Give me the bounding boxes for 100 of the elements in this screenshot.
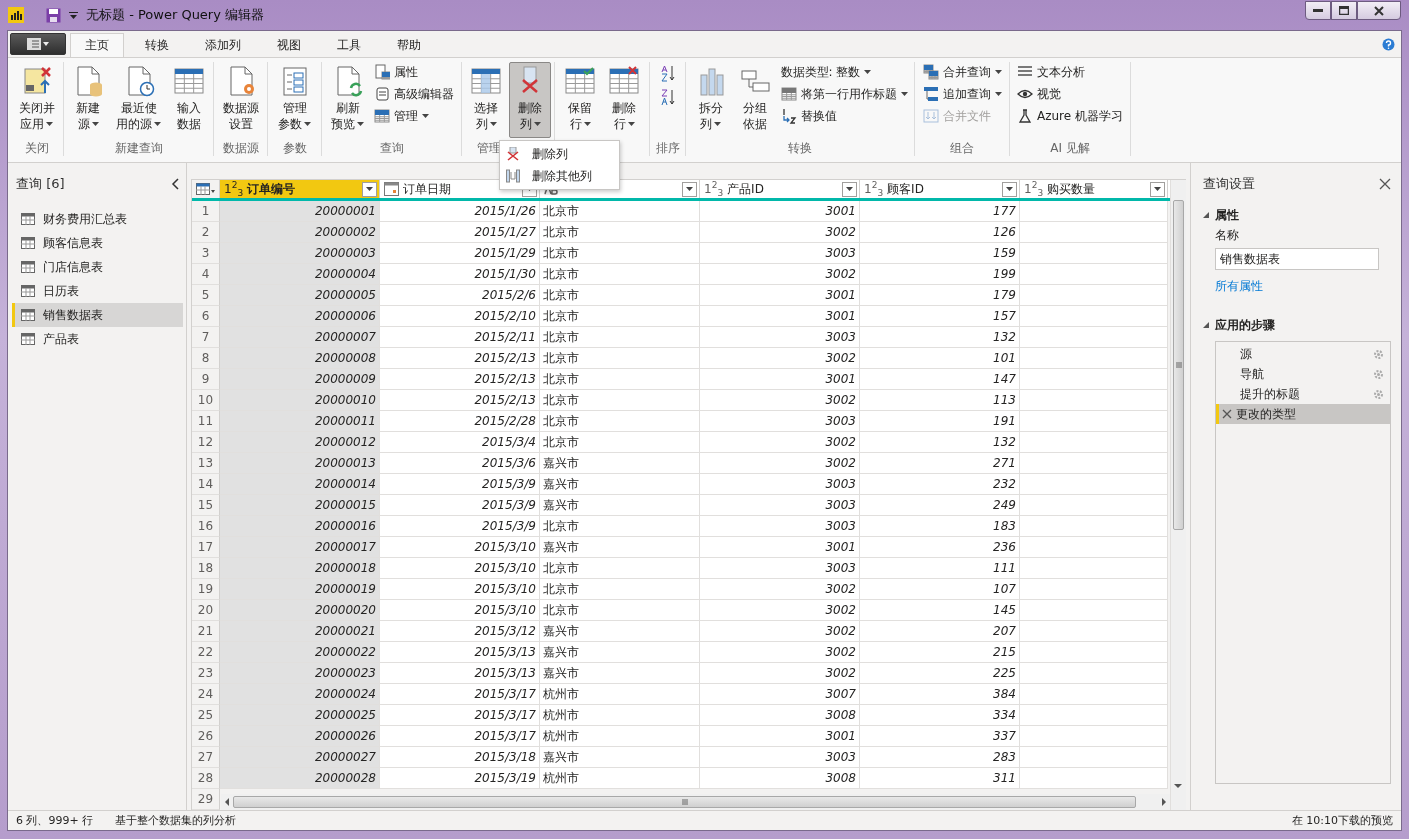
ribbon-button[interactable]: 新建 源 [67,62,109,138]
ribbon-button[interactable]: 输入 数据 [168,62,210,138]
name-field[interactable]: 销售数据表 [1215,248,1379,270]
ribbon-button[interactable]: 管理 [371,106,457,126]
file-menu-button[interactable] [10,33,66,55]
table-cell: 北京市 [540,348,700,369]
ribbon-button[interactable]: 视觉 [1014,84,1126,104]
table-cell: 北京市 [540,306,700,327]
ribbon-button[interactable]: 分组 依据 [733,62,776,138]
table-cell: 2015/2/6 [380,285,540,306]
query-item[interactable]: 销售数据表 [12,303,183,327]
table-cell: 2015/2/11 [380,327,540,348]
menu-item[interactable]: 删除列 [500,143,619,165]
ribbon-tab[interactable]: 转换 [130,33,184,57]
applied-step[interactable]: 导航 [1216,364,1390,384]
ribbon-tab[interactable]: 主页 [70,33,124,57]
query-item[interactable]: 门店信息表 [12,255,183,279]
table-cell: 3002 [700,663,860,684]
ribbon-tab[interactable]: 添加列 [190,33,256,57]
filter-button[interactable] [842,181,857,197]
table-cell: 2015/3/17 [380,726,540,747]
ribbon-button[interactable]: 数据源 设置 [217,62,264,138]
ribbon-button[interactable]: Azure 机器学习 [1014,106,1126,126]
ribbon-button[interactable]: 替换值 [777,106,911,126]
query-item[interactable]: 产品表 [12,327,183,351]
table-cell: 20000021 [220,621,380,642]
vertical-scrollbar[interactable] [1170,180,1186,810]
table-cell: 3002 [700,453,860,474]
table-cell: 北京市 [540,201,700,222]
table-cell: 20000017 [220,537,380,558]
group-label: 参数 [282,140,307,156]
save-icon[interactable] [46,7,61,23]
applied-step[interactable]: 提升的标题 [1216,384,1390,404]
row-number: 28 [192,768,220,789]
table-cell: 145 [860,600,1020,621]
table-icon [21,333,35,345]
ribbon-button[interactable]: 文本分析 [1014,62,1126,82]
ribbon-button[interactable]: 数据类型: 整数 [777,62,911,82]
close-icon[interactable] [1379,178,1391,190]
ribbon-button[interactable]: 属性 [371,62,457,82]
collapse-triangle-icon[interactable] [1203,212,1209,218]
table-cell: 20000027 [220,747,380,768]
help-icon[interactable] [1382,38,1395,51]
filter-button[interactable] [1002,181,1017,197]
ribbon-button[interactable]: 管理 参数 [273,62,316,138]
table-cell: 183 [860,516,1020,537]
ribbon-button[interactable]: 最近使 用的源 [111,62,166,138]
applied-step[interactable]: 更改的类型 [1216,404,1390,424]
close-button[interactable] [1357,1,1401,20]
query-item[interactable]: 日历表 [12,279,183,303]
status-text[interactable]: 基于整个数据集的列分析 [115,813,237,828]
table-cell: 20000028 [220,768,380,789]
row-number: 22 [192,642,220,663]
all-properties-link[interactable]: 所有属性 [1215,278,1263,295]
column-header[interactable]: 1$^{2}$$_{3}$ 订单编号 [220,180,380,198]
table-menu-button[interactable] [192,180,220,198]
scroll-left-icon[interactable] [225,798,229,806]
ribbon-button[interactable]: 高级编辑器 [371,84,457,104]
ribbon-button[interactable]: 保留 行 [559,62,601,138]
query-item[interactable]: 财务费用汇总表 [12,207,183,231]
table-cell: 20000002 [220,222,380,243]
maximize-button[interactable] [1331,1,1357,20]
minimize-button[interactable] [1305,1,1331,20]
ribbon-button[interactable]: 追加查询 [919,84,1005,104]
query-item[interactable]: 顾客信息表 [12,231,183,255]
table-cell: 20000020 [220,600,380,621]
queries-heading: 查询 [6] [16,175,65,193]
ribbon-tab[interactable]: 帮助 [382,33,436,57]
ribbon-tab[interactable]: 视图 [262,33,316,57]
table-icon [173,65,205,97]
applied-step[interactable]: 源 [1216,344,1390,364]
filter-button[interactable] [682,181,697,197]
group-label: 转换 [788,140,812,156]
scroll-down-icon[interactable] [1174,784,1182,788]
ribbon-button[interactable]: 删除 行 [603,62,645,138]
filter-button[interactable] [1150,181,1165,197]
grip-icon [1175,362,1182,368]
group-label: 排序 [655,140,680,156]
customize-dropdown-icon[interactable] [69,11,78,19]
table-cell: 20000015 [220,495,380,516]
ribbon-button[interactable]: 选择 列 [465,62,507,138]
ribbon-tab[interactable]: 工具 [322,33,376,57]
ribbon-button[interactable]: 拆分 列 [689,62,732,138]
ribbon-button[interactable]: 删除 列 [509,62,551,138]
ribbon-button[interactable]: 合并查询 [919,62,1005,82]
scroll-right-icon[interactable] [1162,798,1166,806]
table-cell: 20000023 [220,663,380,684]
collapse-icon[interactable] [171,178,179,190]
ribbon-button[interactable]: 刷新 预览 [326,62,369,138]
collapse-triangle-icon[interactable] [1203,322,1209,328]
flask-icon [1017,108,1033,124]
ribbon-button[interactable]: 将第一行用作标题 [777,84,911,104]
table-cell: 2015/3/9 [380,495,540,516]
ribbon-button[interactable]: 关闭并 应用 [13,62,60,138]
table-cell: 2015/3/13 [380,642,540,663]
table-cell: 嘉兴市 [540,663,700,684]
table-cell: 20000025 [220,705,380,726]
filter-button[interactable] [362,181,377,197]
delete-step-icon[interactable] [1222,409,1232,419]
table-cell: 2015/2/28 [380,411,540,432]
